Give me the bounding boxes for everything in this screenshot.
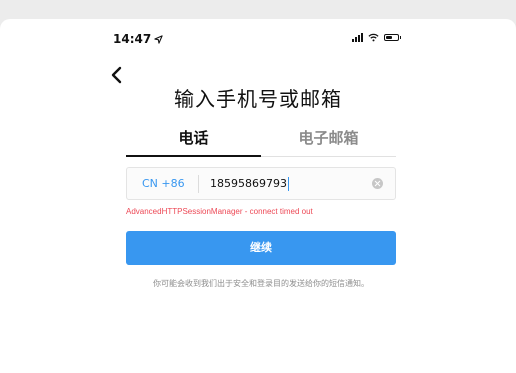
signal-icon [352,33,363,42]
input-divider [198,175,199,193]
country-code-selector[interactable]: CN +86 [142,168,185,199]
location-arrow-icon [154,34,163,44]
back-chevron-icon[interactable] [108,65,126,85]
phone-number-field[interactable]: 18595869793 [210,168,289,199]
phone-frame: 14:47 输入手机号或邮箱 电话 电子邮箱 CN +86 1859586979… [0,0,516,373]
app-screen: 14:47 输入手机号或邮箱 电话 电子邮箱 CN +86 1859586979… [0,19,516,373]
status-time-label: 14:47 [113,32,152,46]
error-message: AdvancedHTTPSessionManager - connect tim… [126,207,313,216]
page-title: 输入手机号或邮箱 [174,87,342,111]
clear-input-icon[interactable] [372,178,383,189]
tab-phone[interactable]: 电话 [126,127,261,156]
wifi-icon [368,33,379,42]
contact-method-tabs: 电话 电子邮箱 [126,127,396,157]
text-caret [287,176,289,191]
battery-icon [384,34,401,41]
next-button[interactable]: 继续 [126,231,396,265]
tab-selected-underline [126,155,261,157]
status-time: 14:47 [113,32,163,46]
sms-notice: 你可能会收到我们出于安全和登录目的发送给你的短信通知。 [153,279,369,288]
phone-number-value: 18595869793 [210,177,287,190]
phone-input-box[interactable]: CN +86 18595869793 [126,167,396,200]
tab-email[interactable]: 电子邮箱 [261,127,396,156]
status-icons [352,33,401,42]
